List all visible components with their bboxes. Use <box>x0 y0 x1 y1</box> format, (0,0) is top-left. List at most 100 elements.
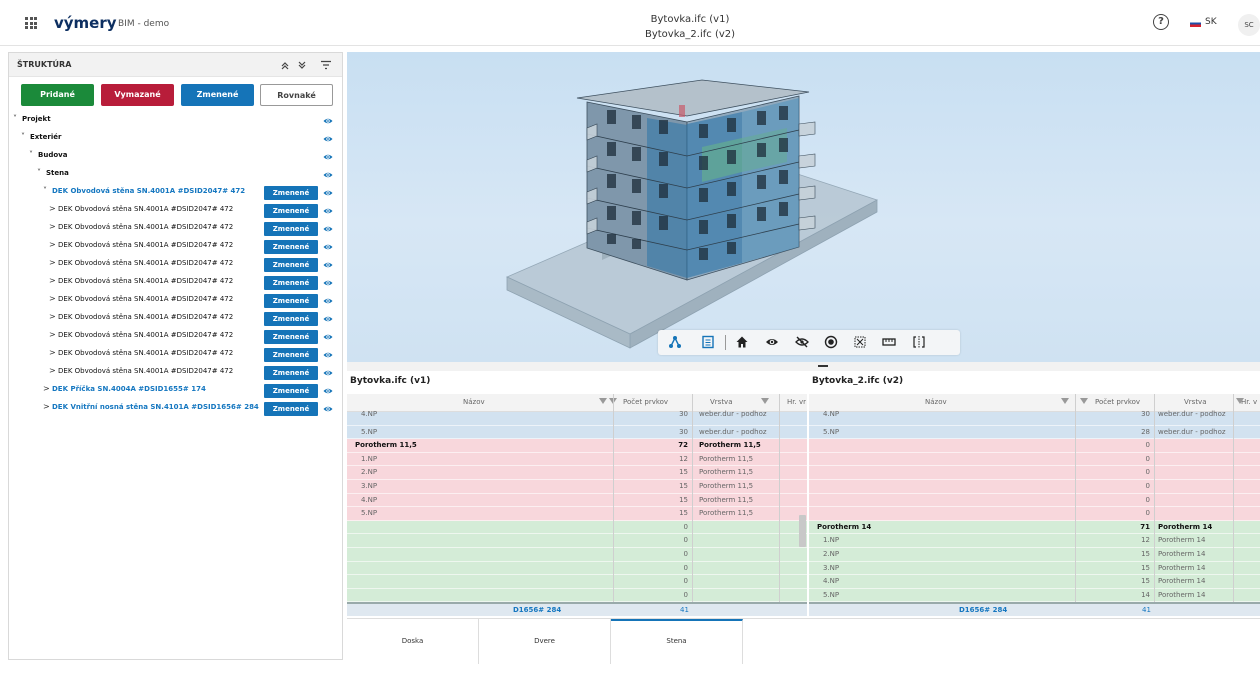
chevron-right-icon[interactable]: > <box>49 222 56 231</box>
3d-viewer[interactable] <box>347 52 1260 362</box>
visibility-eye-icon[interactable] <box>323 224 333 234</box>
tree-node[interactable]: ˅ Projekt <box>9 112 342 130</box>
table-row[interactable]: 4.NP 15 Porotherm 11,5 <box>347 493 807 508</box>
tree-node[interactable]: > DEK Obvodová stěna SN.4001A #DSID2047# … <box>9 202 342 220</box>
chevron-down-icon[interactable]: ˅ <box>13 114 17 123</box>
visibility-eye-icon[interactable] <box>323 242 333 252</box>
home-icon[interactable] <box>735 335 749 349</box>
table-row[interactable]: 1.NP 12 Porotherm 11,5 <box>347 452 807 467</box>
tree-node[interactable]: > DEK Obvodová stěna SN.4001A #DSID2047# … <box>9 328 342 346</box>
visibility-eye-icon[interactable] <box>323 314 333 324</box>
chevron-right-icon[interactable]: > <box>49 366 56 375</box>
tree-node[interactable]: ˅ Budova <box>9 148 342 166</box>
chevron-right-icon[interactable]: > <box>49 258 56 267</box>
splitter-handle-icon[interactable] <box>818 365 828 367</box>
table-row[interactable]: 0 <box>809 466 1260 480</box>
table-row[interactable]: 4.NP 30 weber.dur - podhoz <box>347 410 807 426</box>
visibility-eye-icon[interactable] <box>323 206 333 216</box>
compare-split-icon[interactable] <box>912 335 926 349</box>
table-row[interactable]: 0 <box>347 548 807 562</box>
tree-node[interactable]: > DEK Příčka SN.4004A #DSID1655# 174 Zmene… <box>9 382 342 400</box>
measure-ruler-icon[interactable] <box>882 335 896 349</box>
properties-table-icon[interactable] <box>701 335 715 349</box>
tree-node[interactable]: > DEK Obvodová stěna SN.4001A #DSID2047# … <box>9 364 342 382</box>
filter-lines-icon[interactable] <box>320 60 332 70</box>
table-row[interactable]: 0 <box>809 439 1260 453</box>
chevron-right-icon[interactable]: > <box>49 294 56 303</box>
user-avatar[interactable]: SC <box>1238 14 1260 36</box>
tree-node[interactable]: > DEK Obvodová stěna SN.4001A #DSID2047# … <box>9 220 342 238</box>
tree-node[interactable]: > DEK Obvodová stěna SN.4001A #DSID2047# … <box>9 274 342 292</box>
column-filter-icon[interactable] <box>761 398 769 404</box>
filter-button-2[interactable]: Zmenené <box>181 84 254 106</box>
table-row[interactable]: 0 <box>809 452 1260 467</box>
tree-node[interactable]: ˅ Stena <box>9 166 342 184</box>
tree-node[interactable]: > DEK Obvodová stěna SN.4001A #DSID2047# … <box>9 310 342 328</box>
building-model[interactable] <box>347 52 1260 362</box>
column-filter-icon[interactable] <box>1061 398 1069 404</box>
chevron-down-icon[interactable]: ˅ <box>43 186 47 195</box>
filter-button-0[interactable]: Pridané <box>21 84 94 106</box>
column-header[interactable]: Názov <box>925 398 947 406</box>
chevron-right-icon[interactable]: > <box>43 402 50 411</box>
column-filter-icon[interactable] <box>599 398 607 404</box>
expand-all-icon[interactable] <box>297 60 307 70</box>
chevron-right-icon[interactable]: > <box>49 276 56 285</box>
table-row[interactable]: 3.NP 15 Porotherm 11,5 <box>347 480 807 494</box>
table-row[interactable]: 0 <box>809 493 1260 508</box>
visibility-eye-icon[interactable] <box>323 386 333 396</box>
visibility-eye-icon[interactable] <box>323 296 333 306</box>
chevron-down-icon[interactable]: ˅ <box>21 132 25 141</box>
filter-button-3[interactable]: Rovnaké <box>260 84 333 106</box>
column-header[interactable]: Počet prvkov <box>623 398 668 406</box>
help-icon[interactable]: ? <box>1153 14 1169 30</box>
table-row[interactable]: 0 <box>347 534 807 548</box>
chevron-right-icon[interactable]: > <box>43 384 50 393</box>
visibility-eye-icon[interactable] <box>323 278 333 288</box>
visibility-eye-icon[interactable] <box>323 350 333 360</box>
table-row[interactable]: 5.NP 14 Porotherm 14 <box>809 588 1260 603</box>
tree-node[interactable]: > DEK Obvodová stěna SN.4001A #DSID2047# … <box>9 238 342 256</box>
column-header[interactable]: Názov <box>463 398 485 406</box>
tab-stena[interactable]: Stena <box>611 619 743 664</box>
visibility-eye-icon[interactable] <box>323 260 333 270</box>
collapse-all-icon[interactable] <box>280 60 290 70</box>
visibility-eye-icon[interactable] <box>323 116 333 126</box>
filter-button-1[interactable]: Vymazané <box>101 84 174 106</box>
tree-node[interactable]: > DEK Obvodová stěna SN.4001A #DSID2047# … <box>9 346 342 364</box>
table-row[interactable]: 0 <box>347 588 807 603</box>
visibility-eye-icon[interactable] <box>323 134 333 144</box>
tree-node[interactable]: > DEK Obvodová stěna SN.4001A #DSID2047# … <box>9 292 342 310</box>
visibility-eye-icon[interactable] <box>323 332 333 342</box>
visibility-eye-icon[interactable] <box>323 188 333 198</box>
slovak-flag-icon[interactable] <box>1190 20 1201 27</box>
chevron-right-icon[interactable]: > <box>49 312 56 321</box>
table-row[interactable]: 0 <box>809 480 1260 494</box>
hide-icon[interactable] <box>795 335 809 349</box>
table-row[interactable]: Porotherm 11,5 72 Porotherm 11,5 <box>347 439 807 453</box>
table-row[interactable]: 0 <box>347 575 807 589</box>
tab-dvere[interactable]: Dvere <box>479 619 611 664</box>
chevron-down-icon[interactable]: ˅ <box>37 168 41 177</box>
column-filter-icon[interactable] <box>1236 398 1244 404</box>
apps-grid-icon[interactable] <box>25 17 37 29</box>
table-row[interactable]: 4.NP 15 Porotherm 14 <box>809 575 1260 589</box>
isolate-icon[interactable] <box>824 335 838 349</box>
table-row[interactable]: 2.NP 15 Porotherm 11,5 <box>347 466 807 480</box>
visibility-eye-icon[interactable] <box>323 404 333 414</box>
chevron-right-icon[interactable]: > <box>49 204 56 213</box>
language-selector[interactable]: SK <box>1205 17 1217 27</box>
chevron-right-icon[interactable]: > <box>49 240 56 249</box>
column-header[interactable]: Vrstva <box>710 398 733 406</box>
table-row[interactable]: 5.NP 30 weber.dur - podhoz <box>347 425 807 440</box>
table-row[interactable]: 5.NP 28 weber.dur - podhoz <box>809 425 1260 440</box>
tree-node[interactable]: > DEK Obvodová stěna SN.4001A #DSID2047# … <box>9 256 342 274</box>
visibility-eye-icon[interactable] <box>323 368 333 378</box>
table-row[interactable]: 3.NP 15 Porotherm 14 <box>809 561 1260 576</box>
table-row[interactable]: 2.NP 15 Porotherm 14 <box>809 548 1260 562</box>
table-row[interactable]: 0 <box>347 520 807 535</box>
show-icon[interactable] <box>765 335 779 349</box>
visibility-eye-icon[interactable] <box>323 170 333 180</box>
tree-node[interactable]: ˅ DEK Obvodová stěna SN.4001A #DSID2047# … <box>9 184 342 202</box>
structure-tree-icon[interactable] <box>668 335 682 349</box>
